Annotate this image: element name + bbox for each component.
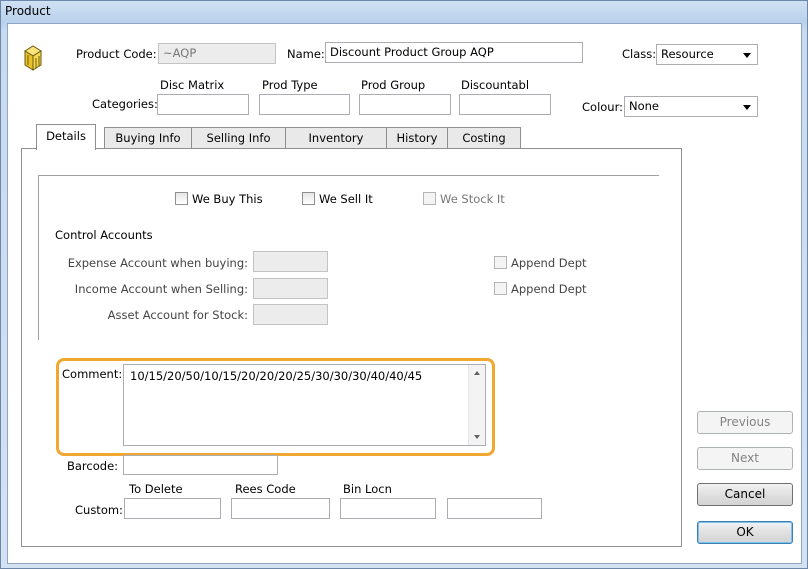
category-disc-matrix-field[interactable] [157,94,249,115]
custom-header-rees-code: Rees Code [235,482,296,496]
asset-account-label: Asset Account for Stock: [107,308,248,322]
category-prod-type-field[interactable] [259,94,350,115]
tab-costing[interactable]: Costing [447,127,521,148]
comment-highlight-box [56,358,495,456]
group-left-divider [38,175,39,340]
asset-account-field[interactable] [253,304,328,325]
category-header-disc-matrix: Disc Matrix [160,78,225,92]
income-account-field[interactable] [253,278,328,299]
colour-value: None [629,99,660,113]
expense-account-field[interactable] [253,251,328,272]
category-discountabl-field[interactable] [459,94,551,115]
cancel-button[interactable]: Cancel [697,483,793,506]
group-top-divider [38,175,659,176]
name-field[interactable]: Discount Product Group AQP [325,42,583,63]
barcode-field[interactable] [123,455,278,475]
window-title: Product [5,4,51,18]
tab-selling-info[interactable]: Selling Info [191,127,286,148]
tab-inventory[interactable]: Inventory [285,127,387,148]
product-code-field[interactable]: ~AQP [158,43,276,64]
we-stock-it-checkbox[interactable] [423,192,436,205]
class-label: Class: [622,47,657,61]
append-dept-label-1: Append Dept [511,256,587,270]
we-buy-this-label: We Buy This [192,192,263,206]
custom-to-delete-field[interactable] [124,498,221,519]
tab-history[interactable]: History [386,127,448,148]
category-header-prod-type: Prod Type [262,78,318,92]
we-stock-it-label: We Stock It [440,192,505,206]
colour-label: Colour: [582,100,623,114]
next-button[interactable]: Next [697,447,793,470]
append-dept-label-2: Append Dept [511,282,587,296]
we-buy-this-checkbox[interactable] [175,192,188,205]
category-header-prod-group: Prod Group [361,78,426,92]
custom-header-bin-locn: Bin Locn [343,482,392,496]
product-code-label: Product Code: [76,47,157,61]
name-label: Name: [287,47,325,61]
income-account-label: Income Account when Selling: [74,282,248,296]
category-prod-group-field[interactable] [359,94,451,115]
append-dept-checkbox-2[interactable] [494,282,507,295]
custom-field-4[interactable] [447,498,542,519]
class-value: Resource [661,47,714,61]
previous-button[interactable]: Previous [697,411,793,434]
category-header-discountabl: Discountabl [461,78,530,92]
barcode-label: Barcode: [67,459,119,473]
chevron-down-icon [743,53,751,58]
expense-account-label: Expense Account when buying: [67,256,248,270]
ok-button[interactable]: OK [697,521,793,544]
control-accounts-title: Control Accounts [55,228,153,242]
product-box-icon [24,45,42,71]
custom-rees-code-field[interactable] [231,498,330,519]
tab-buying-info[interactable]: Buying Info [104,127,192,148]
class-dropdown[interactable]: Resource [656,44,758,65]
custom-bin-locn-field[interactable] [340,498,436,519]
colour-dropdown[interactable]: None [624,96,758,117]
chevron-down-icon [743,105,751,110]
we-sell-it-checkbox[interactable] [302,192,315,205]
custom-header-to-delete: To Delete [129,482,183,496]
categories-label: Categories: [92,97,158,111]
we-sell-it-label: We Sell It [319,192,373,206]
append-dept-checkbox-1[interactable] [494,256,507,269]
custom-label: Custom: [75,503,123,517]
tab-details[interactable]: Details [36,124,96,150]
